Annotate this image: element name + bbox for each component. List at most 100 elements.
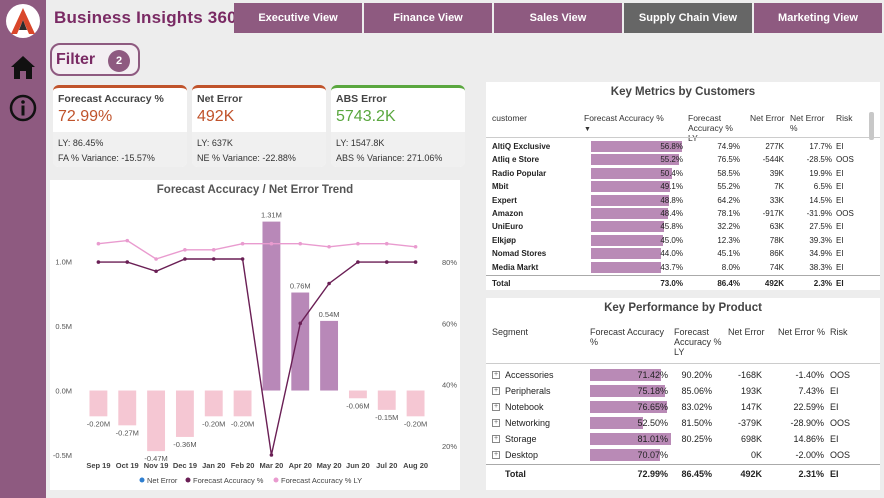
risk-value: EI <box>836 222 844 232</box>
net-error-bar <box>320 320 339 391</box>
total-risk: EI <box>830 469 839 479</box>
total-divider <box>486 275 880 276</box>
table-row[interactable]: + Notebook 76.65% 83.02% 147K 22.59% EI <box>486 399 880 415</box>
net-error-data-label: -0.06M <box>346 401 369 410</box>
net-error-data-label: -0.20M <box>202 419 225 428</box>
kpi-card-net-error: Net Error 492K LY: 637K NE % Variance: -… <box>192 85 326 167</box>
header-divider <box>486 137 880 138</box>
segment-name: Storage <box>505 434 537 444</box>
forecast-accuracy-value: 52.50% <box>637 418 668 428</box>
tab-marketing-view[interactable]: Marketing View <box>754 3 882 33</box>
customers-scrollbar[interactable] <box>869 112 874 140</box>
table-row[interactable]: + Peripherals 75.18% 85.06% 193K 7.43% EI <box>486 383 880 399</box>
col-header-forecast-accuracy-ly[interactable]: Forecast Accuracy % LY <box>688 113 744 143</box>
net-error-pct-value: 14.5% <box>809 195 832 205</box>
table-row[interactable]: Radio Popular 50.4% 58.5% 39K 19.9% EI <box>486 167 880 180</box>
expand-icon[interactable]: + <box>492 371 500 379</box>
expand-icon[interactable]: + <box>492 387 500 395</box>
tab-supply-chain-view[interactable]: Supply Chain View <box>624 3 752 33</box>
net-error-bar <box>118 390 137 426</box>
kpi-title: ABS Error <box>336 93 387 105</box>
kpi-ly: LY: 86.45% <box>58 138 104 148</box>
forecast-accuracy-value: 45.8% <box>660 222 683 232</box>
col-header-net-error-pct[interactable]: Net Error % <box>790 113 832 133</box>
forecast-accuracy-ly-value: 81.50% <box>681 418 712 428</box>
forecast-accuracy-value: 48.4% <box>660 209 683 218</box>
legend-marker <box>139 477 145 483</box>
col-header-net-error[interactable]: Net Error <box>728 327 772 337</box>
tab-sales-view[interactable]: Sales View <box>494 3 622 33</box>
sidebar <box>0 0 46 498</box>
legend-marker <box>273 477 279 483</box>
y2-tick-label: 40% <box>442 381 457 390</box>
x-tick-label: Aug 20 <box>403 461 428 470</box>
forecast-accuracy-value: 70.07% <box>637 450 668 460</box>
forecast-accuracy-ly-point <box>183 248 187 252</box>
customer-name: Atliq e Store <box>492 155 540 165</box>
forecast-accuracy-point <box>211 257 216 261</box>
x-tick-label: Jul 20 <box>376 461 397 470</box>
forecast-accuracy-point <box>298 321 303 326</box>
col-header-net-error-pct[interactable]: Net Error % <box>778 327 830 337</box>
y-tick-label: -0.5M <box>53 451 72 460</box>
forecast-accuracy-value: 81.01% <box>637 434 668 444</box>
home-icon[interactable] <box>8 52 38 82</box>
net-error-value: -917K <box>762 209 784 218</box>
table-row[interactable]: + Networking 52.50% 81.50% -379K -28.90% OOS <box>486 415 880 431</box>
forecast-accuracy-ly-value: 80.25% <box>681 434 712 444</box>
total-forecast-accuracy: 72.99% <box>637 469 668 479</box>
forecast-accuracy-ly-point <box>413 244 418 249</box>
x-tick-label: Jun 20 <box>346 461 370 470</box>
y-tick-label: 0.0M <box>55 387 72 396</box>
y2-tick-label: 80% <box>442 258 457 267</box>
segment-name: Notebook <box>505 402 544 412</box>
table-row[interactable]: AltiQ Exclusive 56.8% 74.9% 277K 17.7% EI <box>486 140 880 153</box>
forecast-accuracy-ly-value: 58.5% <box>717 168 740 178</box>
net-error-pct-value: 39.3% <box>809 235 832 245</box>
table-row[interactable]: Expert 48.8% 64.2% 33K 14.5% EI <box>486 194 880 207</box>
table-total-row: Total 73.0% 86.4% 492K 2.3% EI <box>486 277 880 290</box>
col-header-label: Forecast Accuracy % <box>584 113 664 123</box>
filter-button[interactable]: Filter 2 <box>50 43 140 76</box>
table-row[interactable]: Atliq e Store 55.2% 76.5% -544K -28.5% OOS <box>486 153 880 166</box>
table-row[interactable]: Mbit 49.1% 55.2% 7K 6.5% EI <box>486 180 880 193</box>
net-error-value: 147K <box>740 402 762 412</box>
col-header-risk[interactable]: Risk <box>836 113 853 123</box>
forecast-accuracy-point <box>384 260 389 264</box>
products-table-panel: Key Performance by Product Segment Forec… <box>486 298 880 490</box>
risk-value: EI <box>836 235 844 245</box>
products-table-title: Key Performance by Product <box>604 302 762 314</box>
col-header-risk[interactable]: Risk <box>830 327 848 337</box>
kpi-variance: NE % Variance: -22.88% <box>197 153 296 163</box>
forecast-accuracy-value: 48.8% <box>660 195 683 205</box>
expand-icon[interactable]: + <box>492 451 500 459</box>
col-header-forecast-accuracy-ly[interactable]: Forecast Accuracy % LY <box>674 327 726 357</box>
y-tick-label: 0.5M <box>55 322 72 331</box>
risk-value: EI <box>836 182 844 192</box>
table-row[interactable]: Elkjøp 45.0% 12.3% 78K 39.3% EI <box>486 234 880 247</box>
risk-value: OOS <box>830 370 851 380</box>
tab-executive-view[interactable]: Executive View <box>234 3 362 33</box>
table-row[interactable]: + Accessories 71.42% 90.20% -168K -1.40% OOS <box>486 367 880 383</box>
expand-icon[interactable]: + <box>492 435 500 443</box>
expand-icon[interactable]: + <box>492 403 500 411</box>
expand-icon[interactable]: + <box>492 419 500 427</box>
col-header-forecast-accuracy[interactable]: Forecast Accuracy % ▼ <box>584 113 674 135</box>
col-header-net-error[interactable]: Net Error <box>750 113 790 123</box>
info-icon[interactable] <box>8 93 38 123</box>
kpi-card-forecast-accuracy: Forecast Accuracy % 72.99% LY: 86.45% FA… <box>53 85 187 167</box>
col-header-forecast-accuracy[interactable]: Forecast Accuracy % <box>590 327 668 347</box>
table-row[interactable]: UniEuro 45.8% 32.2% 63K 27.5% EI <box>486 220 880 233</box>
table-row[interactable]: Media Markt 43.7% 8.0% 74K 38.3% EI <box>486 261 880 274</box>
table-row[interactable]: + Desktop 70.07% 0K -2.00% OOS <box>486 447 880 463</box>
net-error-value: 63K <box>769 222 784 232</box>
table-row[interactable]: Amazon 48.4% 78.1% -917K -31.9% OOS <box>486 207 880 220</box>
col-header-segment[interactable]: Segment <box>492 327 528 337</box>
legend-marker <box>185 477 191 483</box>
net-error-bar <box>377 390 396 410</box>
table-row[interactable]: + Storage 81.01% 80.25% 698K 14.86% EI <box>486 431 880 447</box>
net-error-data-label: -0.36M <box>173 440 196 449</box>
tab-finance-view[interactable]: Finance View <box>364 3 492 33</box>
col-header-customer[interactable]: customer <box>492 113 527 123</box>
table-row[interactable]: Nomad Stores 44.0% 45.1% 86K 34.9% EI <box>486 247 880 260</box>
